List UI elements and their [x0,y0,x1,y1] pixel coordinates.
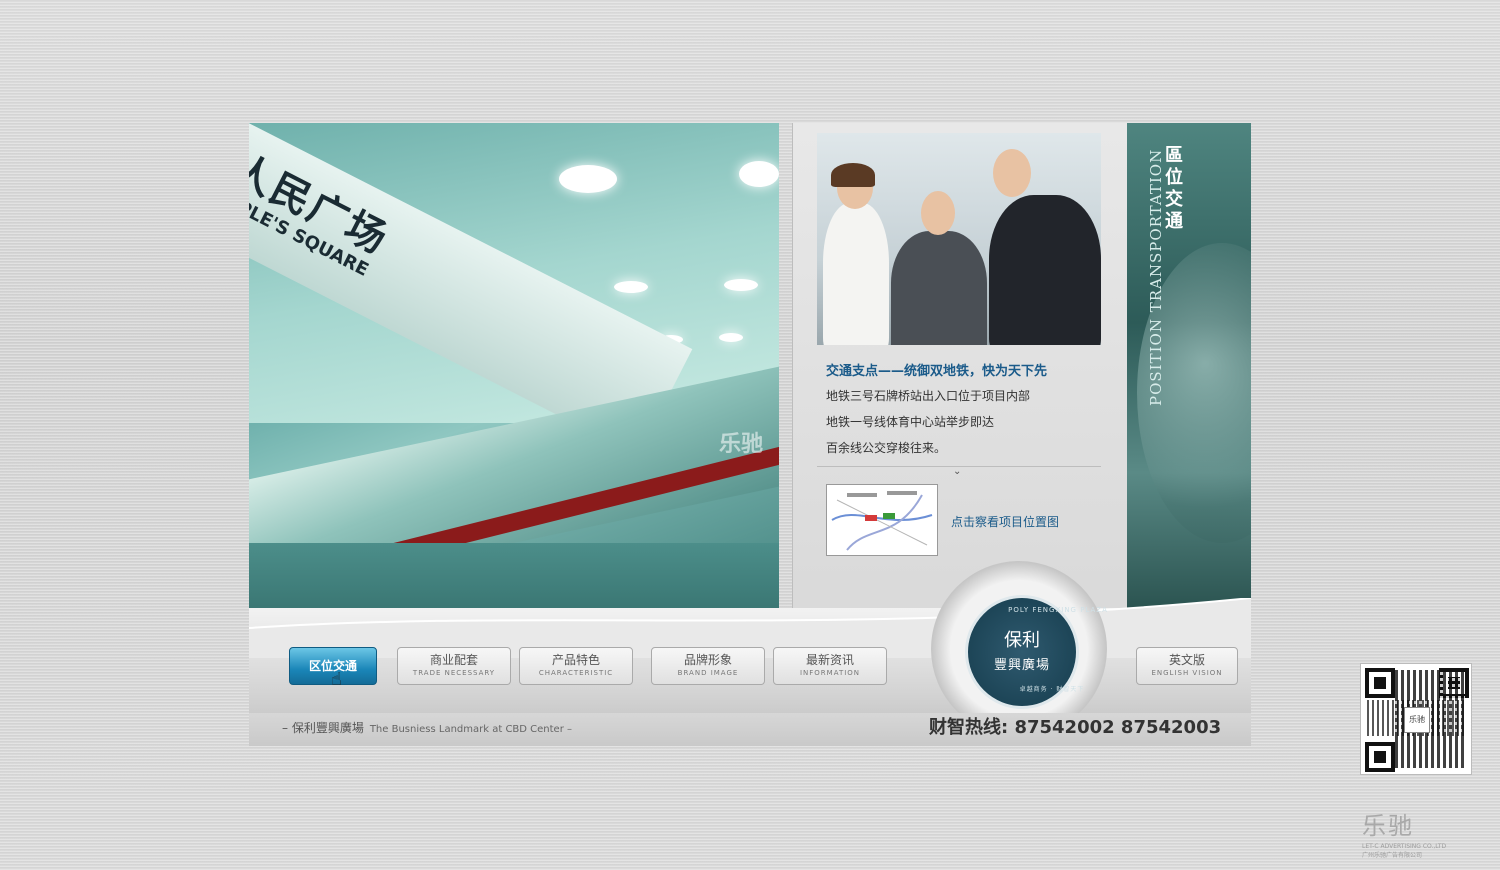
content-line: 地铁三号石牌桥站出入口位于项目内部 [826,389,1031,403]
content-line: 地铁一号线体育中心站举步即达 [826,415,995,429]
watermark-logo: 乐驰 [719,432,764,457]
logo-ring-text: POLY FENGXING PLAZA [1008,606,1108,614]
nav-label-en: BRAND IMAGE [677,669,739,677]
nav-label-en: INFORMATION [799,669,861,677]
nav-label-en: ENGLISH VISION [1151,669,1223,677]
qr-finder [1365,668,1395,698]
nav-label-en: CHARACTERISTIC [538,669,614,677]
qr-code: 乐驰 [1360,663,1472,775]
person-head [921,191,955,235]
agency-name-en: LET-C ADVERTISING CO.,LTD [1362,843,1447,850]
ceiling-light [614,281,648,293]
nav-information[interactable]: 最新资讯 INFORMATION [773,647,887,685]
footer-slogan: – 保利豐興廣場 The Busniess Landmark at CBD Cen… [282,719,572,736]
nav-label-en: TRADE NECESSARY [412,669,496,677]
content-panel: 交通支点——统御双地铁，快为天下先 地铁三号石牌桥站出入口位于项目内部 地铁一号… [792,123,1128,623]
nav-label: 产品特色 [551,653,600,667]
qr-finder [1365,742,1395,772]
agency-logo: 乐驰 [1362,812,1414,840]
hotline-text: 财智热线: 87542002 87542003 [929,717,1222,738]
ceiling-light [719,333,743,342]
logo-text-cn1: 保利 [1004,630,1040,651]
content-title: 交通支点——统御双地铁，快为天下先 [826,364,1048,379]
agency-name-cn: 广州乐驰广告有限公司 [1362,852,1423,859]
slogan-en: The Busniess Landmark at CBD Center – [369,724,573,735]
content-line: 百余线公交穿梭往来。 [826,441,947,455]
side-banner: 區位交通 POSITION TRANSPORTATION [1127,123,1251,623]
side-title-en-wrapper: POSITION TRANSPORTATION [1147,148,1167,411]
nav-label: 品牌形象 [683,653,732,667]
chevron-down-icon: ⌄ [953,466,962,477]
person-hair [831,163,875,187]
location-map-thumbnail[interactable] [826,484,938,556]
hero-subway-image: 人民广场 PEOPLE'S SQUARE 乐驰 [249,123,779,629]
logo-badge: POLY FENGXING PLAZA 保利 豐興廣場 卓越商务 · 财智天下 [965,595,1107,709]
side-title-cn: 區位交通 [1165,145,1183,232]
qr-center-logo: 乐驰 [1404,707,1430,733]
logo-text-cn2: 豐興廣場 [993,658,1050,673]
map-icon [831,491,933,551]
view-map-link[interactable]: 点击察看项目位置图 [951,513,1059,530]
person-man-middle [891,231,987,345]
page-frame: 人民广场 PEOPLE'S SQUARE 乐驰 交通支点——统御双地铁，快为天下… [249,123,1251,746]
slogan-cn: – 保利豐興廣場 [282,721,364,735]
nav-english-version[interactable]: 英文版 ENGLISH VISION [1136,647,1238,685]
person-head [993,149,1031,197]
nav-label: 最新资讯 [805,653,854,667]
person-woman [823,203,889,345]
nav-characteristic[interactable]: 产品特色 CHARACTERISTIC [519,647,633,685]
side-title-en: POSITION TRANSPORTATION [1147,148,1165,406]
hand-cursor-icon: ☝ [331,669,342,690]
poly-fengxing-logo[interactable]: POLY FENGXING PLAZA 保利 豐興廣場 卓越商务 · 财智天下 [931,561,1107,737]
logo-ring-text-bottom: 卓越商务 · 财智天下 [1019,686,1085,693]
nav-trade-necessary[interactable]: 商业配套 TRADE NECESSARY [397,647,511,685]
nav-brand-image[interactable]: 品牌形象 BRAND IMAGE [651,647,765,685]
ceiling-light [724,279,758,291]
business-people-photo [817,133,1101,345]
person-man-right [989,195,1101,345]
nav-label: 英文版 [1168,653,1205,667]
ceiling-light [559,165,617,193]
agency-brand: 乐驰 LET-C ADVERTISING CO.,LTD 广州乐驰广告有限公司 [1362,806,1472,859]
nav-label: 商业配套 [429,653,478,667]
ceiling-light [739,161,779,187]
